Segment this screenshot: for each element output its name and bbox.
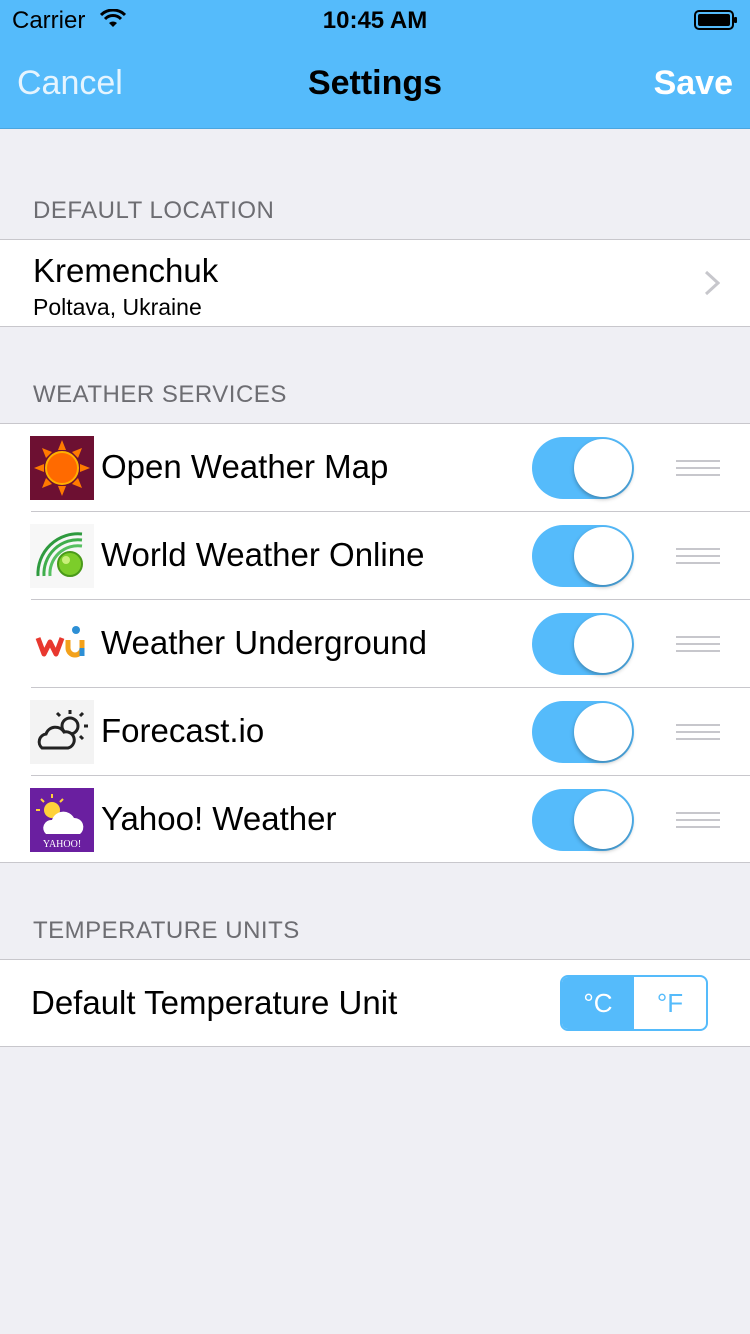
reorder-handle-icon[interactable]	[676, 812, 720, 828]
temperature-unit-segmented-control: °C °F	[560, 975, 708, 1031]
save-button[interactable]: Save	[654, 64, 733, 103]
weather-services-list: Open Weather Map World Weather Online We…	[0, 423, 750, 863]
service-row-world-weather-online: World Weather Online	[0, 512, 750, 600]
section-header-default-location: DEFAULT LOCATION	[33, 197, 275, 224]
service-toggle-weather-underground[interactable]	[532, 613, 634, 675]
reorder-handle-icon[interactable]	[676, 460, 720, 476]
service-row-open-weather-map: Open Weather Map	[0, 424, 750, 512]
service-toggle-world-weather-online[interactable]	[532, 525, 634, 587]
chevron-right-icon	[704, 270, 720, 296]
battery-icon	[694, 10, 737, 30]
service-row-yahoo-weather: YAHOO! Yahoo! Weather	[0, 776, 750, 864]
unit-option-fahrenheit[interactable]: °F	[634, 977, 706, 1029]
temperature-unit-label: Default Temperature Unit	[31, 984, 398, 1021]
service-row-forecast-io: Forecast.io	[0, 688, 750, 776]
reorder-handle-icon[interactable]	[676, 724, 720, 740]
location-region: Poltava, Ukraine	[33, 294, 202, 320]
section-header-temperature-units: TEMPERATURE UNITS	[33, 917, 300, 944]
weather-underground-icon	[30, 612, 94, 676]
reorder-handle-icon[interactable]	[676, 548, 720, 564]
forecast-io-icon	[30, 700, 94, 764]
yahoo-logo-text: YAHOO!	[43, 839, 81, 850]
yahoo-weather-icon: YAHOO!	[30, 788, 94, 852]
unit-option-celsius[interactable]: °C	[562, 977, 634, 1029]
default-location-row[interactable]: Kremenchuk Poltava, Ukraine	[0, 239, 750, 327]
world-weather-online-icon	[30, 524, 94, 588]
temperature-unit-row: Default Temperature Unit °C °F	[0, 959, 750, 1047]
navigation-bar: Cancel Settings Save	[0, 40, 750, 129]
service-toggle-open-weather-map[interactable]	[532, 437, 634, 499]
service-name: Yahoo! Weather	[101, 800, 337, 837]
clock: 10:45 AM	[322, 7, 428, 34]
service-toggle-yahoo-weather[interactable]	[532, 789, 634, 851]
service-name: Weather Underground	[101, 624, 427, 661]
page-title: Settings	[307, 64, 443, 102]
service-name: World Weather Online	[101, 536, 425, 573]
service-row-weather-underground: Weather Underground	[0, 600, 750, 688]
service-toggle-forecast-io[interactable]	[532, 701, 634, 763]
service-name: Open Weather Map	[101, 448, 389, 485]
reorder-handle-icon[interactable]	[676, 636, 720, 652]
open-weather-map-icon	[30, 436, 94, 500]
section-header-weather-services: WEATHER SERVICES	[33, 381, 287, 408]
location-city: Kremenchuk	[33, 252, 219, 289]
status-bar: Carrier 10:45 AM	[0, 0, 750, 40]
service-name: Forecast.io	[101, 712, 265, 749]
